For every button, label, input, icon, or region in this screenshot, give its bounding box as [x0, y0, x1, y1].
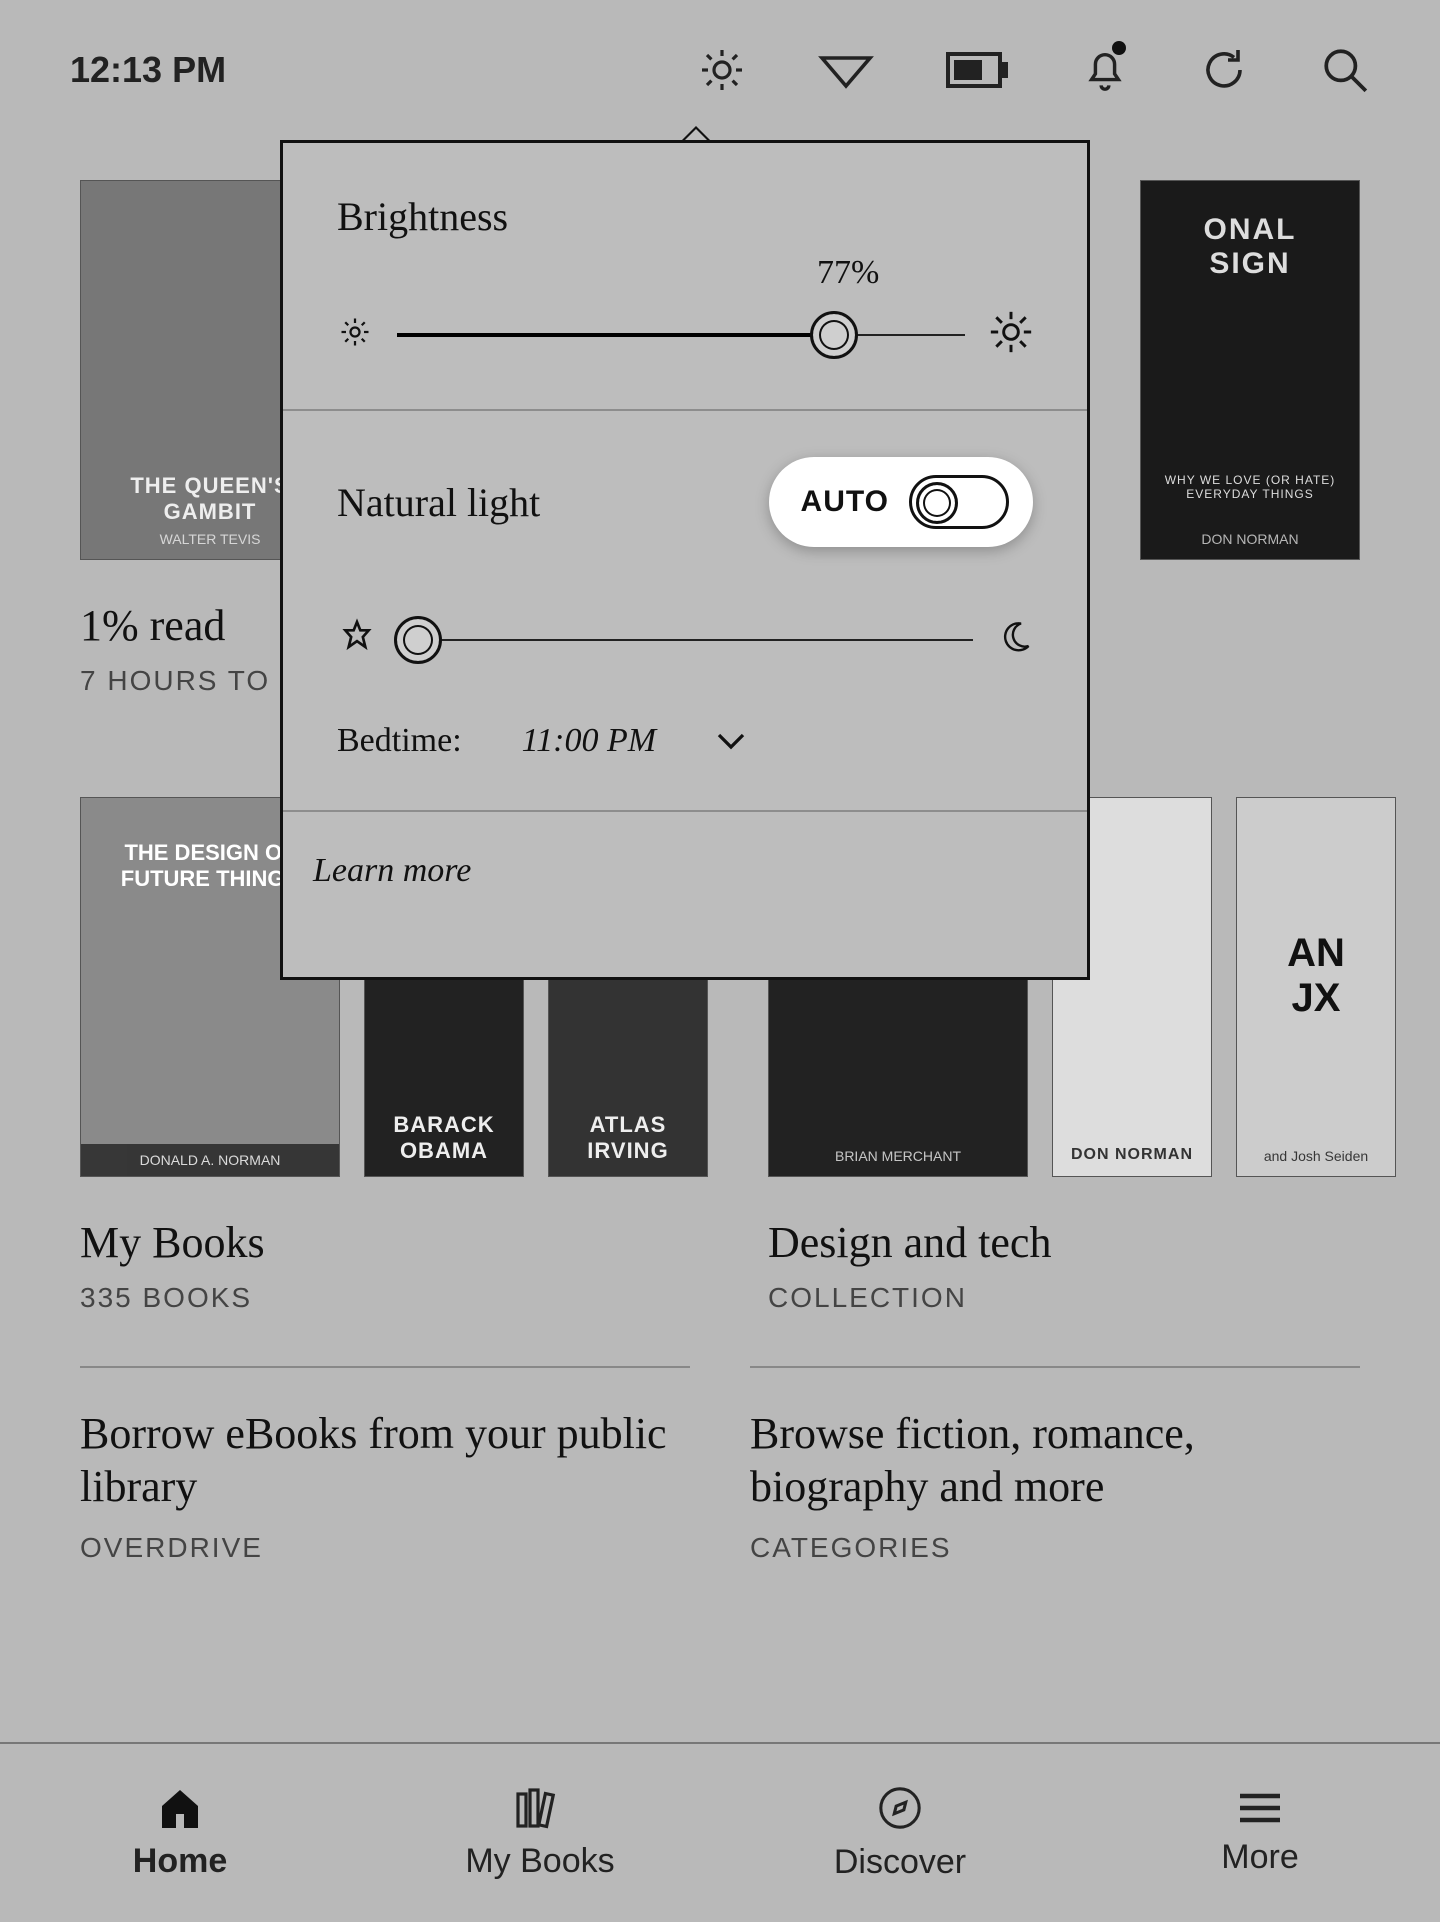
brightness-slider[interactable]	[337, 310, 1033, 359]
cover-author: DONALD A. NORMAN	[81, 1144, 339, 1176]
nav-discover[interactable]: Discover	[720, 1744, 1080, 1922]
toggle-knob	[916, 482, 958, 524]
categories-link[interactable]: Browse fiction, romance, biography and m…	[750, 1366, 1360, 1564]
notifications-icon[interactable]	[1082, 45, 1128, 95]
clock: 12:13 PM	[70, 49, 226, 91]
link-title: Borrow eBooks from your public library	[80, 1408, 690, 1514]
nav-label: My Books	[465, 1842, 614, 1881]
nav-home[interactable]: Home	[0, 1744, 360, 1922]
slider-track[interactable]	[397, 333, 965, 337]
slider-thumb[interactable]	[394, 616, 442, 664]
sync-icon[interactable]	[1200, 46, 1248, 94]
battery-icon	[946, 52, 1010, 88]
book-cover[interactable]: ONALSIGN WHY WE LOVE (OR HATE) EVERYDAY …	[1140, 180, 1360, 560]
auto-label: AUTO	[801, 485, 889, 519]
divider	[283, 409, 1087, 411]
cover-title: DON NORMAN	[1065, 1146, 1199, 1164]
overdrive-link[interactable]: Borrow eBooks from your public library O…	[80, 1366, 690, 1564]
section-title[interactable]: My Books	[80, 1217, 708, 1268]
notification-dot	[1112, 41, 1126, 55]
learn-more-link[interactable]: Learn more	[313, 852, 1033, 890]
chevron-down-icon	[716, 731, 746, 751]
sun-high-icon	[989, 310, 1033, 359]
brightness-popover: Brightness 77%	[280, 140, 1090, 980]
sun-low-icon	[337, 314, 373, 355]
slider-track[interactable]	[401, 638, 973, 642]
cover-title: ATLAS IRVING	[561, 1112, 695, 1164]
natural-light-slider[interactable]	[337, 617, 1033, 662]
cover-author: DON NORMAN	[1153, 531, 1347, 547]
books-icon	[512, 1786, 568, 1830]
toggle-switch[interactable]	[909, 475, 1009, 529]
brightness-heading: Brightness	[337, 193, 1033, 240]
status-bar: 12:13 PM	[0, 0, 1440, 140]
home-icon	[156, 1786, 204, 1830]
compass-icon	[877, 1785, 923, 1831]
link-subtitle: OVERDRIVE	[80, 1532, 690, 1564]
auto-toggle[interactable]: AUTO	[769, 457, 1033, 547]
section-subtitle: 335 BOOKS	[80, 1282, 708, 1314]
wifi-icon[interactable]	[818, 50, 874, 90]
nav-label: More	[1221, 1838, 1298, 1877]
cover-subtitle: and Josh Seiden	[1249, 1148, 1383, 1164]
nav-my-books[interactable]: My Books	[360, 1744, 720, 1922]
nav-label: Discover	[834, 1843, 966, 1882]
status-icons	[698, 45, 1370, 95]
menu-icon	[1236, 1790, 1284, 1826]
slider-thumb[interactable]	[810, 311, 858, 359]
brightness-value: 77%	[817, 254, 879, 292]
nav-more[interactable]: More	[1080, 1744, 1440, 1922]
cover-title: BARACK OBAMA	[377, 1112, 511, 1164]
book-cover[interactable]: ANJX and Josh Seiden	[1236, 797, 1396, 1177]
sun-outline-icon	[337, 617, 377, 662]
bedtime-label: Bedtime:	[337, 722, 462, 760]
nav-label: Home	[133, 1842, 227, 1881]
search-icon[interactable]	[1320, 45, 1370, 95]
bedtime-row[interactable]: Bedtime: 11:00 PM	[337, 722, 1033, 760]
moon-icon	[997, 619, 1033, 660]
cover-author: BRIAN MERCHANT	[781, 1148, 1015, 1164]
divider	[283, 810, 1087, 812]
brightness-icon[interactable]	[698, 46, 746, 94]
link-title: Browse fiction, romance, biography and m…	[750, 1408, 1360, 1514]
section-title[interactable]: Design and tech	[768, 1217, 1396, 1268]
bottom-nav: Home My Books Discover More	[0, 1742, 1440, 1922]
natural-light-heading: Natural light	[337, 479, 769, 526]
link-subtitle: CATEGORIES	[750, 1532, 1360, 1564]
section-subtitle: COLLECTION	[768, 1282, 1396, 1314]
bedtime-value: 11:00 PM	[522, 722, 656, 760]
